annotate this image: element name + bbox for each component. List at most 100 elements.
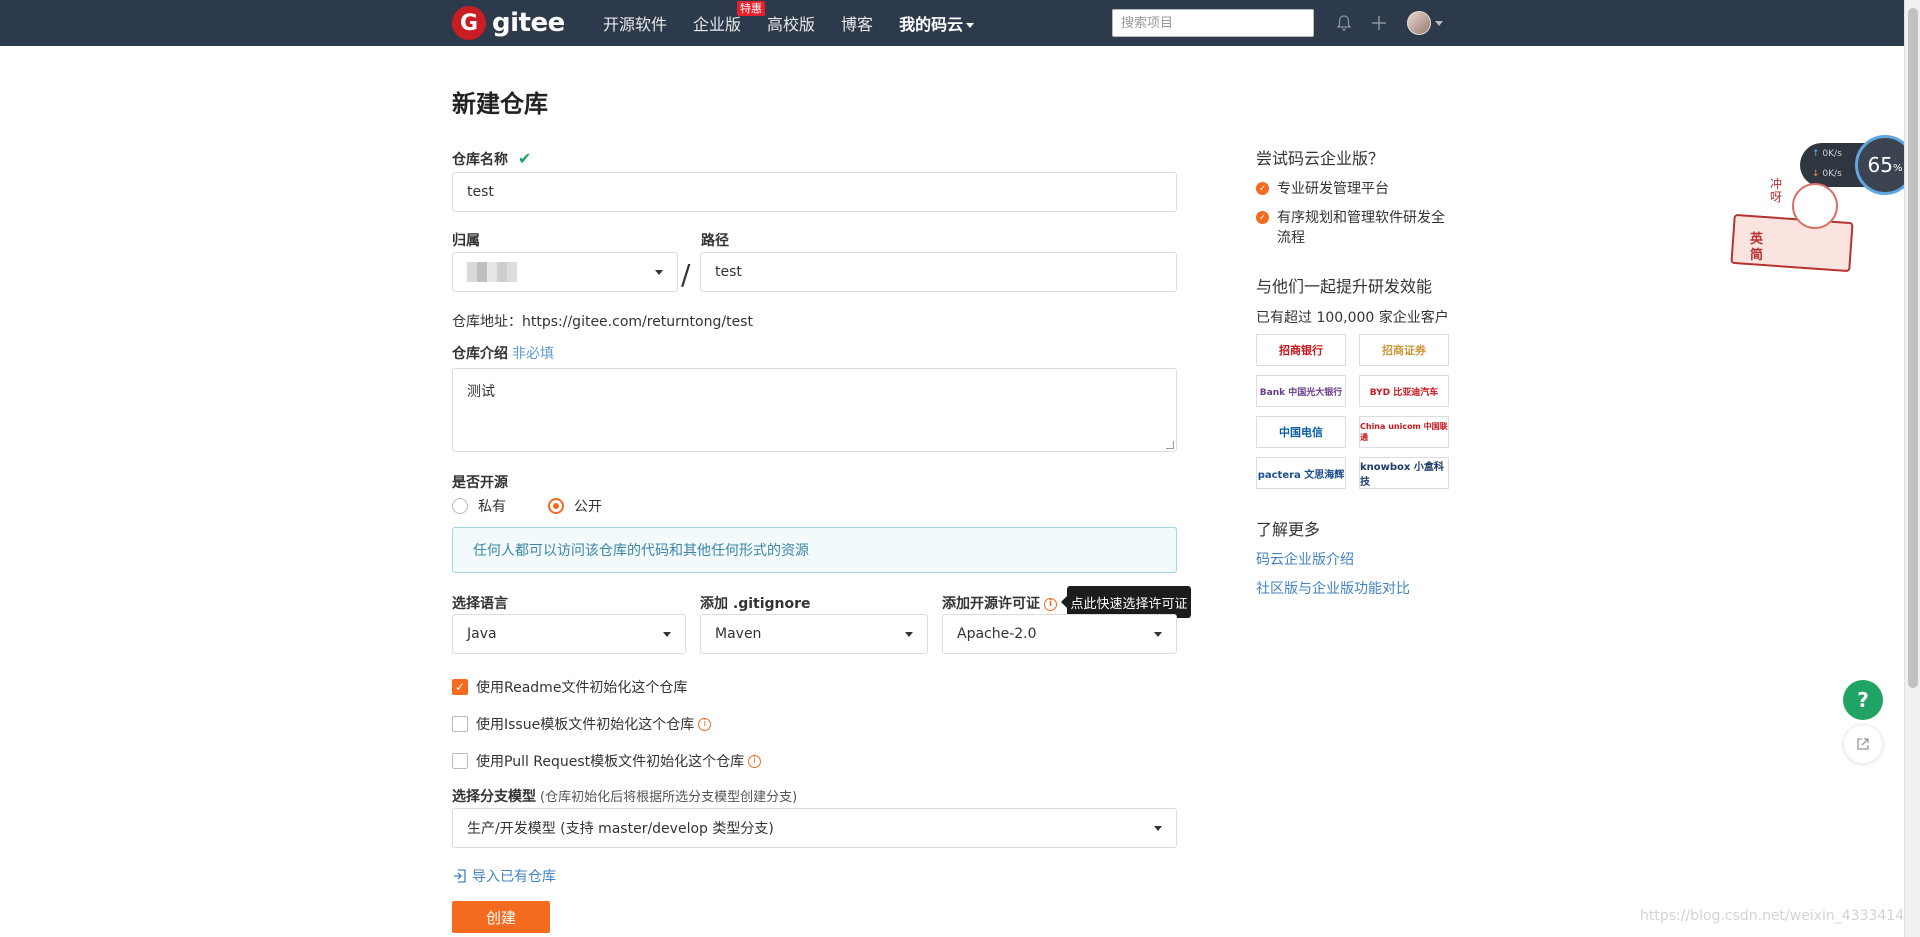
nav-blog[interactable]: 博客 (841, 11, 873, 35)
repo-url: 仓库地址：https://gitee.com/returntong/test (452, 314, 753, 330)
memory-usage-value: 65 (1867, 153, 1893, 177)
init-pr-option[interactable]: 使用Pull Request模板文件初始化这个仓库 i (452, 751, 762, 771)
desc-label: 仓库介绍 非必填 (452, 343, 554, 363)
branch-model-select[interactable]: 生产/开发模型 (支持 master/develop 类型分支) (452, 808, 1177, 848)
init-readme-option[interactable]: ✓ 使用Readme文件初始化这个仓库 (452, 677, 687, 697)
nav-open-source[interactable]: 开源软件 (603, 11, 667, 35)
nav-enterprise[interactable]: 企业版 特惠 (693, 1, 766, 35)
info-icon[interactable]: i (748, 754, 762, 768)
visibility-radio-group: 私有 公开 (452, 496, 644, 516)
init-readme-label[interactable]: 使用Readme文件初始化这个仓库 (476, 677, 687, 697)
nav-open-source-label: 开源软件 (603, 15, 668, 34)
upload-speed: ↑ 0K/s (1812, 149, 1842, 159)
import-repo-label: 导入已有仓库 (472, 869, 556, 885)
repo-name-input[interactable]: test (452, 172, 1177, 212)
feature-item: ✓ 有序规划和管理软件研发全流程 (1256, 208, 1456, 248)
radio-public-label[interactable]: 公开 (574, 496, 602, 516)
scrollbar-thumb[interactable] (1908, 8, 1918, 688)
owner-select[interactable] (452, 252, 678, 292)
chevron-down-icon[interactable] (1435, 21, 1443, 26)
import-icon (454, 869, 466, 883)
chevron-down-icon (1154, 825, 1162, 831)
gitee-logo-text: gitee (492, 8, 565, 38)
nav-my-gitee-label: 我的码云 (899, 15, 964, 34)
radio-public[interactable] (548, 498, 564, 514)
search-input[interactable] (1112, 9, 1314, 37)
language-select[interactable]: Java (452, 614, 686, 654)
gitee-logo[interactable]: G gitee (452, 6, 565, 40)
help-button[interactable]: ? (1843, 680, 1883, 720)
feedback-button[interactable] (1843, 724, 1883, 764)
desc-label-text: 仓库介绍 (452, 346, 508, 362)
import-repo-link[interactable]: 导入已有仓库 (452, 866, 556, 886)
plus-icon[interactable] (1367, 11, 1391, 35)
create-button[interactable]: 创建 (452, 901, 550, 933)
nav-education-label: 高校版 (767, 15, 816, 34)
promo-badge: 特惠 (737, 1, 766, 16)
nav-my-gitee[interactable]: 我的码云 (899, 11, 975, 35)
bell-icon[interactable] (1332, 11, 1356, 35)
sticker-face (1792, 183, 1838, 229)
desc-textarea[interactable]: 测试 (452, 368, 1177, 452)
customer-logo: 中国电信 (1256, 416, 1346, 448)
owner-label: 归属 (452, 233, 480, 249)
watermark-text: https://blog.csdn.net/weixin_43334140 (1640, 908, 1914, 924)
license-value: Apache-2.0 (957, 626, 1037, 642)
compare-editions-link[interactable]: 社区版与企业版功能对比 (1256, 578, 1410, 598)
sticker-banner (1730, 213, 1854, 273)
license-select[interactable]: Apache-2.0 (942, 614, 1177, 654)
upload-speed-value: 0K/s (1822, 149, 1842, 159)
gitignore-select[interactable]: Maven (700, 614, 928, 654)
language-value: Java (467, 626, 497, 642)
main-nav: 开源软件 企业版 特惠 高校版 博客 我的码云 (603, 0, 1000, 46)
license-label-text: 添加开源许可证 (942, 596, 1040, 612)
init-pr-label[interactable]: 使用Pull Request模板文件初始化这个仓库 (476, 751, 744, 771)
public-notice-text: 任何人都可以访问该仓库的代码和其他任何形式的资源 (473, 543, 809, 559)
customer-logo: BYD 比亚迪汽车 (1359, 375, 1449, 407)
nav-enterprise-label: 企业版 (693, 15, 742, 34)
gitignore-label: 添加 .gitignore (700, 596, 811, 612)
info-icon[interactable]: i (1044, 597, 1057, 611)
memory-usage-unit: % (1892, 162, 1903, 174)
repo-name-label-text: 仓库名称 (452, 152, 508, 168)
customer-logo: 招商银行 (1256, 334, 1346, 366)
try-enterprise-title: 尝试码云企业版？ (1256, 149, 1385, 168)
language-label: 选择语言 (452, 596, 508, 612)
path-input[interactable]: test (700, 252, 1177, 292)
chevron-down-icon (966, 23, 975, 28)
branch-model-label: 选择分支模型 (仓库初始化后将根据所选分支模型创建分支) (452, 786, 797, 806)
branch-model-hint: (仓库初始化后将根据所选分支模型创建分支) (540, 790, 798, 805)
public-notice: 任何人都可以访问该仓库的代码和其他任何形式的资源 (452, 527, 1177, 573)
nav-education[interactable]: 高校版 (767, 11, 815, 35)
license-label: 添加开源许可证 i (942, 593, 1057, 613)
enterprise-intro-link[interactable]: 码云企业版介绍 (1256, 549, 1354, 569)
desc-value: 测试 (467, 384, 495, 400)
customer-logo: pactera 文思海辉 (1256, 457, 1346, 489)
cartoon-sticker-icon[interactable]: 冲呀 英 简 (1730, 178, 1858, 274)
customer-logo: Bank 中国光大银行 (1256, 375, 1346, 407)
avatar[interactable] (1407, 11, 1431, 35)
init-issue-label[interactable]: 使用Issue模板文件初始化这个仓库 (476, 714, 694, 734)
radio-private[interactable] (452, 498, 468, 514)
check-circle-icon: ✓ (1256, 211, 1269, 224)
chevron-down-icon (1154, 631, 1162, 637)
gitee-logo-icon: G (452, 6, 486, 40)
path-value: test (715, 264, 742, 280)
checkbox-readme[interactable]: ✓ (452, 679, 468, 695)
path-separator: / (681, 258, 691, 291)
open-source-label: 是否开源 (452, 475, 508, 491)
feature-text: 专业研发管理平台 (1277, 181, 1389, 197)
checkbox-issue[interactable] (452, 716, 468, 732)
chevron-down-icon (655, 269, 663, 275)
feature-text: 有序规划和管理软件研发全流程 (1277, 210, 1445, 246)
resize-handle-icon[interactable] (1166, 441, 1174, 449)
owner-avatar-blurred (467, 262, 517, 282)
init-issue-option[interactable]: 使用Issue模板文件初始化这个仓库 i (452, 714, 712, 734)
checkbox-pull-request[interactable] (452, 753, 468, 769)
gitignore-value: Maven (715, 626, 762, 642)
info-icon[interactable]: i (698, 717, 712, 731)
vertical-scrollbar[interactable] (1904, 0, 1920, 937)
repo-name-value: test (467, 184, 494, 200)
radio-private-label[interactable]: 私有 (478, 496, 506, 516)
customers-count: 已有超过 100,000 家企业客户 (1256, 310, 1449, 326)
